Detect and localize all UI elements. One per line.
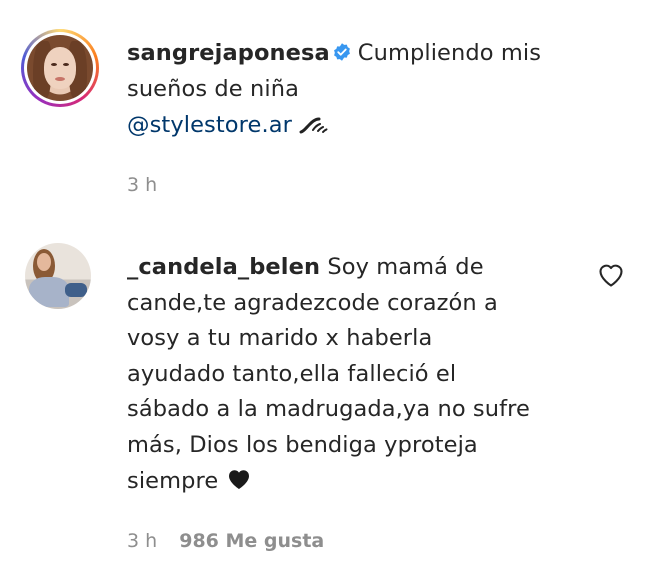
like-heart-icon[interactable] bbox=[597, 262, 625, 288]
caption-text: sangrejaponesa Cumpliendo mis sueños de n… bbox=[127, 36, 627, 107]
comment-line-3: vosy a tu marido x haberla bbox=[127, 325, 433, 352]
comment-line-5: sábado a la madrugada,ya no sufre bbox=[127, 396, 530, 423]
comment-line-2: cande,te agradezcode corazón a bbox=[127, 289, 498, 316]
comment-line-6: más, Dios los bendiga yproteja bbox=[127, 431, 478, 458]
caption-timestamp[interactable]: 3 h bbox=[127, 174, 157, 196]
comment-username[interactable]: _candela_belen bbox=[127, 254, 320, 280]
verified-badge-icon bbox=[333, 43, 350, 61]
comment-avatar[interactable] bbox=[25, 243, 91, 309]
comment-text: _candela_belen Soy mamá de cande,te agra… bbox=[127, 250, 587, 499]
comment-line-4: ayudado tanto,ella falleció el bbox=[127, 360, 457, 387]
comment-line-7: siempre bbox=[127, 467, 219, 494]
comment-meta: 3 h 986 Me gusta bbox=[127, 530, 324, 552]
comment-line-1: Soy mamá de bbox=[327, 254, 484, 280]
comment-timestamp[interactable]: 3 h bbox=[127, 530, 157, 552]
caption-mention-line: @stylestore.ar bbox=[127, 108, 329, 144]
comment-likes-count[interactable]: 986 Me gusta bbox=[179, 530, 324, 552]
black-heart-emoji-icon bbox=[228, 469, 249, 489]
caption-avatar[interactable] bbox=[21, 29, 99, 107]
wave-emoji-icon bbox=[299, 117, 328, 134]
caption-username[interactable]: sangrejaponesa bbox=[127, 40, 330, 66]
caption-mention-link[interactable]: @stylestore.ar bbox=[127, 112, 292, 138]
